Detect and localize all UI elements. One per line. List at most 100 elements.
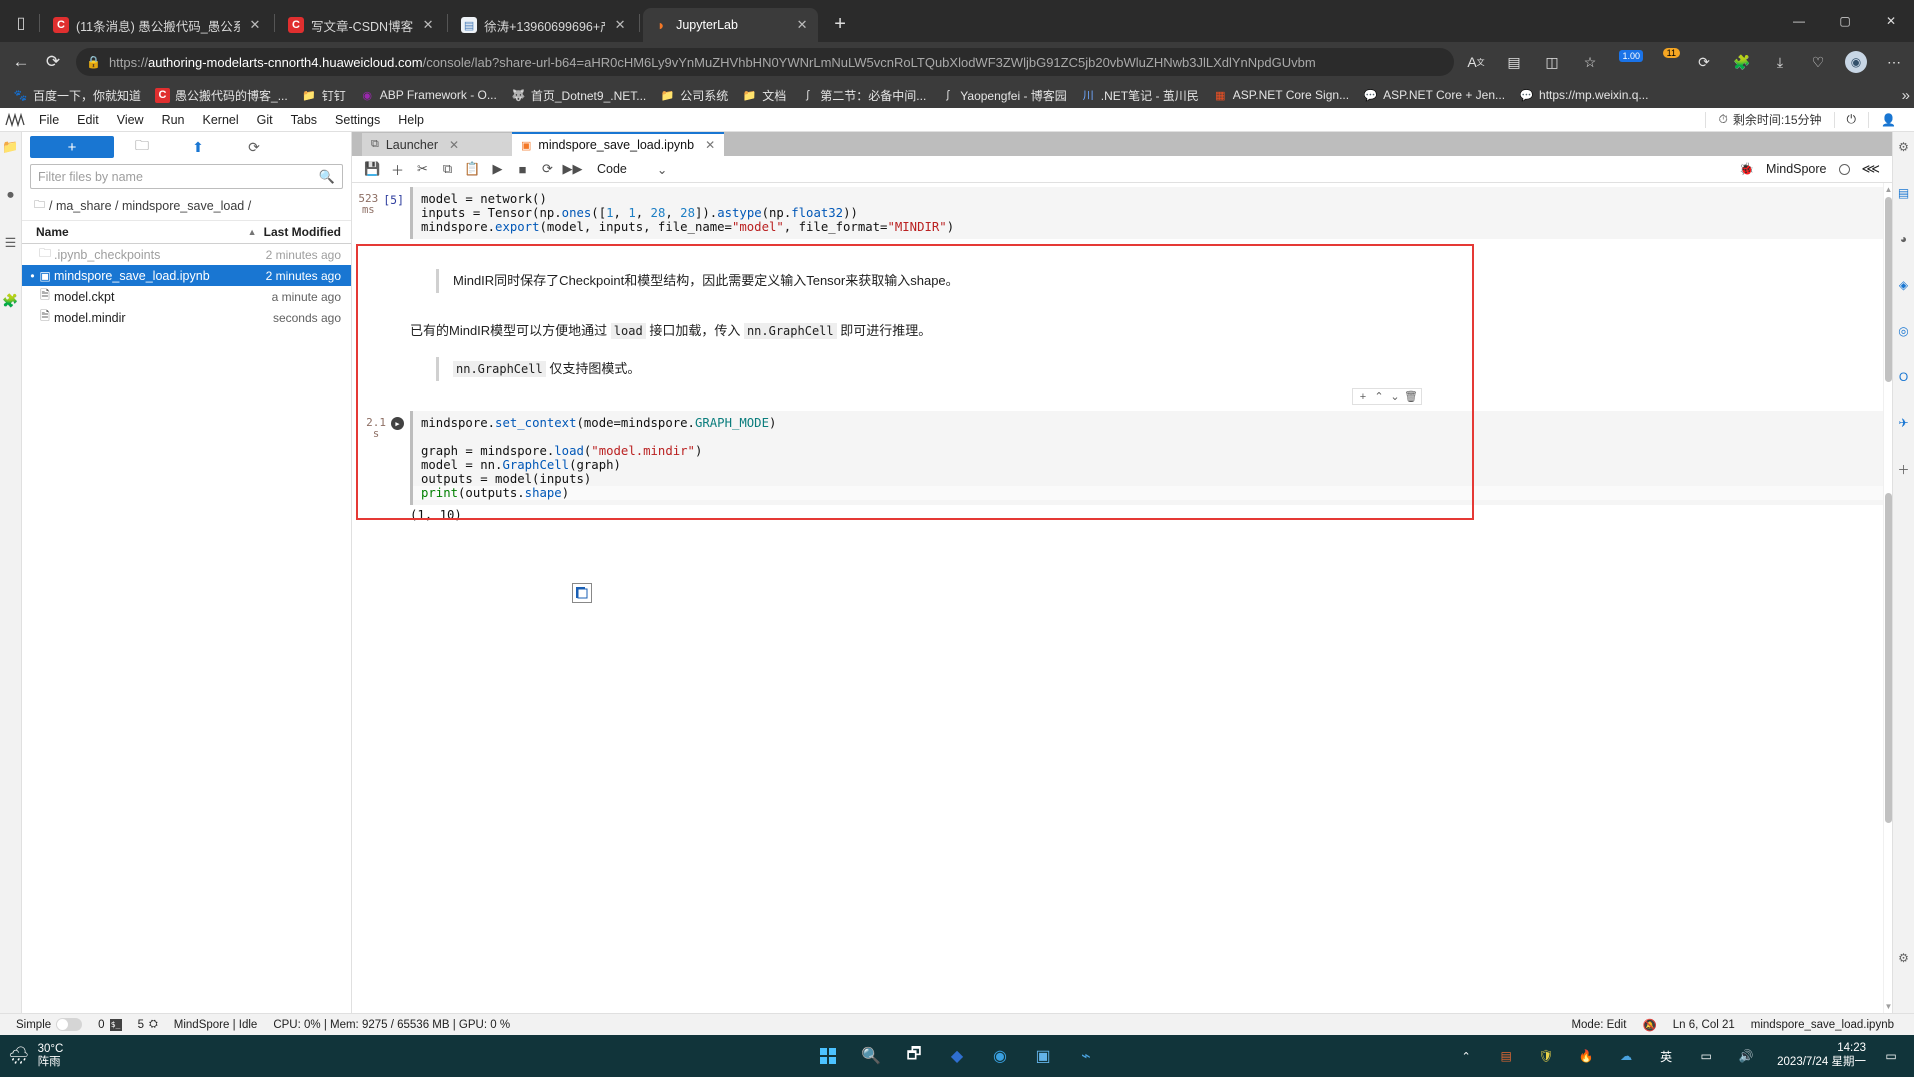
new-launcher-button[interactable]: + — [30, 136, 114, 158]
move-down-icon[interactable]: ⌄ — [1387, 390, 1403, 403]
file-filter-box[interactable]: 🔍 — [30, 164, 343, 189]
address-bar[interactable]: 🔒 https://authoring-modelarts-cnnorth4.h… — [76, 48, 1454, 76]
property-inspector-icon[interactable]: ⚙ — [1895, 138, 1913, 156]
browser-tab[interactable]: C (11条消息) 愚公搬代码_愚公系列 ✕ — [43, 8, 271, 42]
restart-icon[interactable]: ⟳ — [535, 158, 560, 180]
volume-icon[interactable]: 🔊 — [1731, 1041, 1761, 1071]
kernel-status[interactable]: MindSpore | Idle — [166, 1019, 266, 1031]
profile-avatar[interactable]: ◉ — [1842, 48, 1870, 76]
edge-icon[interactable]: ◉ — [985, 1041, 1015, 1071]
bookmark-item[interactable]: 🐾 百度一下，你就知道 — [6, 84, 148, 106]
code-editor[interactable]: mindspore.set_context(mode=mindspore.GRA… — [410, 411, 1883, 506]
weather-widget[interactable]: 🌧 30°C 阵雨 — [8, 1043, 63, 1069]
browser-tab[interactable]: C 写文章-CSDN博客 ✕ — [278, 8, 444, 42]
bug-icon[interactable]: 🐞 — [1739, 162, 1754, 176]
menu-file[interactable]: File — [30, 108, 68, 132]
running-terminals-icon[interactable]: ⏺ — [2, 186, 20, 204]
simple-mode-toggle[interactable]: Simple — [8, 1018, 90, 1031]
reload-icon[interactable]: ⟳ — [38, 47, 68, 77]
restart-run-all-icon[interactable]: ▶▶ — [560, 158, 585, 180]
cut-icon[interactable]: ✂ — [410, 158, 435, 180]
close-icon[interactable]: ✕ — [794, 17, 810, 33]
user-icon[interactable]: 👤 — [1868, 111, 1914, 128]
column-header-name[interactable]: Name — [36, 225, 248, 239]
list-item[interactable]: 🗎 model.ckpt a minute ago — [22, 286, 351, 307]
bookmark-item[interactable]: 📁 钉钉 — [295, 84, 353, 106]
clock[interactable]: 14:23 2023/7/24 星期一 — [1777, 1042, 1866, 1070]
menu-view[interactable]: View — [108, 108, 153, 132]
edge-dev-icon[interactable]: ◆ — [942, 1041, 972, 1071]
file-browser-icon[interactable]: 📁 — [2, 138, 20, 156]
cursor-position[interactable]: Ln 6, Col 21 — [1665, 1019, 1743, 1031]
new-folder-icon[interactable]: 🗀 — [114, 135, 170, 159]
new-tab-button[interactable]: + — [826, 13, 854, 36]
extensions-icon[interactable]: 🧩 — [1728, 48, 1756, 76]
jupyter-taskbar-icon[interactable]: ⌁ — [1071, 1041, 1101, 1071]
insert-cell-icon[interactable]: + — [1355, 391, 1371, 403]
copy-icon[interactable]: ⧉ — [435, 158, 460, 180]
rewards-icon[interactable]: 1.00 — [1614, 48, 1643, 76]
outlook-icon[interactable]: O — [1895, 368, 1913, 386]
downloads-icon[interactable]: ⤓ — [1766, 48, 1794, 76]
cell-hover-toolbar[interactable]: + ⌃ ⌄ 🗑 — [1352, 388, 1422, 405]
upload-icon[interactable]: ⬆ — [170, 135, 226, 159]
cell-type-dropdown[interactable]: Code ⌄ — [591, 162, 673, 177]
run-icon[interactable]: ▶ — [485, 158, 510, 180]
run-play-icon[interactable]: ▶ — [391, 417, 404, 431]
cloud-icon[interactable]: ☁ — [1611, 1041, 1641, 1071]
tab-notebook[interactable]: ▣ mindspore_save_load.ipynb ✕ — [512, 132, 725, 156]
history-icon[interactable]: ⟳ — [1690, 48, 1718, 76]
add-icon[interactable]: ＋ — [1895, 460, 1913, 478]
bookmark-item[interactable]: ʃ 第二节：必备中间... — [793, 84, 933, 106]
bookmark-item[interactable]: 💬 https://mp.weixin.q... — [1512, 84, 1655, 106]
close-icon[interactable]: ✕ — [247, 17, 263, 33]
code-cell-selected[interactable]: 2.1 s ▶ mindspore.set_context(mode=minds… — [352, 411, 1883, 506]
save-icon[interactable]: 💾 — [360, 158, 385, 180]
notifications-icon[interactable]: 11 — [1652, 48, 1680, 76]
shield-icon[interactable]: 🛡 — [1531, 1041, 1561, 1071]
terminal-count[interactable]: 0 $_ — [90, 1018, 129, 1031]
close-icon[interactable]: ✕ — [449, 138, 459, 152]
notification-center-icon[interactable]: ▭ — [1876, 1041, 1906, 1071]
kernel-count[interactable]: 5 ⛭ — [130, 1018, 166, 1031]
bookmark-item[interactable]: ◉ ABP Framework - O... — [353, 84, 504, 106]
bookmark-item[interactable]: 📁 文档 — [735, 84, 793, 106]
task-view-icon[interactable]: 🗗 — [899, 1041, 929, 1071]
fire-icon[interactable]: 🔥 — [1571, 1041, 1601, 1071]
ime-indicator[interactable]: 英 — [1651, 1041, 1681, 1071]
notebook-scrollbar[interactable]: ▲ ▼ — [1883, 183, 1892, 1013]
search-input[interactable] — [38, 169, 319, 184]
list-item[interactable]: 🗀 .ipynb_checkpoints 2 minutes ago — [22, 244, 351, 265]
list-item-selected[interactable]: • ▣ mindspore_save_load.ipynb 2 minutes … — [22, 265, 351, 286]
bookmark-item[interactable]: ▦ ASP.NET Core Sign... — [1206, 84, 1356, 106]
refresh-icon[interactable]: ⟳ — [226, 135, 282, 159]
markdown-cell[interactable]: MindIR同时保存了Checkpoint和模型结构，因此需要定义输入Tenso… — [352, 239, 1883, 382]
paste-icon[interactable]: 📋 — [460, 158, 485, 180]
code-cell[interactable]: 523 ms [5] model = network() inputs = Te… — [352, 187, 1883, 239]
tab-launcher[interactable]: ⧉ Launcher ✕ — [362, 133, 512, 156]
breadcrumb[interactable]: 🗀 / ma_share / mindspore_save_load / — [22, 193, 351, 221]
scroll-up-arrow-icon[interactable]: ▲ — [1884, 185, 1892, 194]
menu-run[interactable]: Run — [153, 108, 194, 132]
menu-help[interactable]: Help — [389, 108, 433, 132]
column-header-modified[interactable]: Last Modified — [264, 225, 341, 239]
insert-cell-icon[interactable]: ＋ — [385, 158, 410, 180]
close-window-button[interactable]: ✕ — [1868, 14, 1914, 28]
plugin-icon[interactable]: ✈ — [1895, 414, 1913, 432]
close-icon[interactable]: ✕ — [612, 17, 628, 33]
move-up-icon[interactable]: ⌃ — [1371, 390, 1387, 403]
bookmark-item[interactable]: 🐺 首页_Dotnet9_.NET... — [504, 84, 653, 106]
maximize-button[interactable]: ▢ — [1822, 14, 1868, 28]
close-icon[interactable]: ✕ — [420, 17, 436, 33]
help-circle-icon[interactable]: ◕ — [1895, 230, 1913, 248]
bookmark-item[interactable]: C 愚公搬代码的博客_... — [148, 84, 295, 106]
toggle-switch[interactable] — [56, 1018, 83, 1031]
menu-settings[interactable]: Settings — [326, 108, 389, 132]
close-icon[interactable]: ✕ — [705, 138, 715, 152]
notebook-ext-icon[interactable]: ◎ — [1895, 322, 1913, 340]
scrollbar-thumb[interactable] — [1885, 197, 1892, 382]
menu-kernel[interactable]: Kernel — [194, 108, 248, 132]
favorite-star-icon[interactable]: ☆ — [1576, 48, 1604, 76]
bookmarks-overflow-icon[interactable]: » — [1902, 87, 1910, 104]
chevron-up-icon[interactable]: ⌃ — [1451, 1041, 1481, 1071]
